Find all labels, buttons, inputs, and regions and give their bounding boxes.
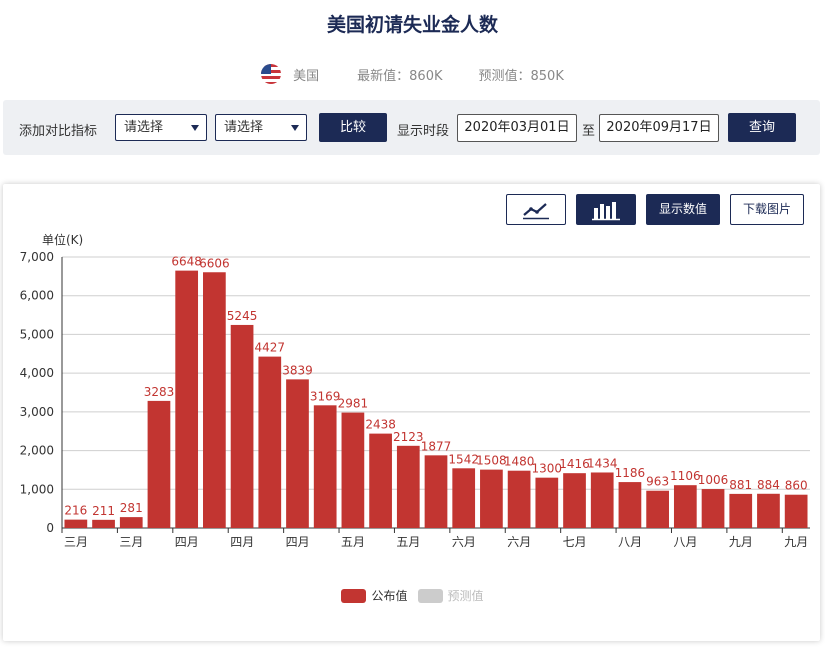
bar-value-label: 4427 [255, 341, 286, 355]
bar [258, 356, 282, 528]
bar-value-label: 6648 [171, 255, 202, 269]
bar [590, 472, 614, 528]
bar [563, 473, 586, 528]
bar-value-label: 1006 [698, 473, 729, 487]
legend-swatch-published [341, 588, 367, 603]
bar-value-label: 884 [757, 478, 780, 492]
bar [369, 433, 392, 528]
bar [119, 517, 143, 528]
bar-value-label: 2438 [365, 418, 396, 432]
bar-value-label: 881 [729, 478, 752, 492]
bar [757, 493, 780, 528]
bar [535, 477, 559, 528]
x-tick-label: 六月 [507, 535, 531, 549]
bar-value-label: 1877 [421, 439, 452, 453]
y-tick-label: 0 [46, 521, 54, 535]
x-tick-label: 四月 [175, 535, 199, 549]
bar [92, 519, 115, 528]
bar-value-label: 3283 [144, 385, 175, 399]
x-tick-label: 六月 [452, 535, 476, 549]
bar [286, 379, 309, 528]
y-tick-label: 4,000 [20, 366, 54, 380]
legend-label-forecast: 预测值 [447, 589, 484, 603]
legend-swatch-forecast [417, 588, 443, 603]
bar-value-label: 2123 [393, 430, 424, 444]
bar-value-label: 1106 [670, 469, 701, 483]
bar-value-label: 211 [92, 504, 115, 518]
bar-value-label: 5245 [227, 309, 258, 323]
x-tick-label: 八月 [618, 535, 642, 549]
bar-value-label: 6606 [199, 256, 230, 270]
bar [313, 405, 337, 528]
x-tick-label: 三月 [119, 535, 143, 549]
bar [507, 470, 531, 528]
y-tick-label: 2,000 [20, 444, 54, 458]
bar [646, 490, 669, 528]
bar-value-label: 216 [64, 504, 87, 518]
bar-chart: 单位(K) 0 1,000 2,000 3,000 4,000 5,000 6,000 7,00… [20, 232, 810, 549]
bar-value-label: 3169 [310, 389, 341, 403]
bar-value-label: 1434 [587, 456, 618, 470]
x-tick-label: 五月 [341, 535, 365, 549]
bar [618, 482, 642, 528]
bar-value-label: 860 [785, 479, 808, 493]
y-unit-label: 单位(K) [42, 232, 83, 247]
bar [396, 445, 420, 528]
bar-value-label: 1300 [532, 462, 563, 476]
x-tick-label: 五月 [396, 535, 420, 549]
x-tick-label: 四月 [286, 535, 310, 549]
bar-value-label: 963 [646, 475, 669, 489]
x-tick-label: 九月 [729, 535, 753, 549]
legend-label-published: 公布值 [371, 589, 408, 603]
bar [64, 519, 88, 528]
legend-item-forecast[interactable]: 预测值 [417, 587, 484, 604]
bar [480, 469, 503, 528]
bar [673, 485, 697, 528]
bar [784, 494, 808, 528]
x-tick-label: 九月 [784, 535, 808, 549]
bar-value-label: 1508 [476, 454, 507, 468]
y-tick-label: 5,000 [20, 327, 54, 341]
bar [424, 455, 448, 528]
bar-value-label: 281 [120, 501, 143, 515]
bar-value-label: 3839 [282, 363, 313, 377]
bar [175, 270, 199, 528]
bar [341, 412, 365, 528]
bar-value-label: 1186 [615, 466, 646, 480]
bar-value-label: 1542 [448, 452, 479, 466]
y-tick-label: 6,000 [20, 289, 54, 303]
bar [452, 468, 476, 528]
bar [203, 272, 226, 528]
y-tick-label: 1,000 [20, 482, 54, 496]
legend-item-published[interactable]: 公布值 [341, 587, 408, 604]
chart-legend: 公布值 预测值 [0, 587, 825, 604]
x-tick-label: 四月 [230, 535, 254, 549]
bar [230, 324, 254, 528]
x-tick-label: 七月 [563, 535, 587, 549]
bar [147, 400, 171, 528]
bar-value-label: 1416 [559, 457, 590, 471]
bar-value-label: 1480 [504, 455, 535, 469]
x-tick-label: 三月 [64, 535, 88, 549]
bar [729, 493, 753, 528]
y-tick-label: 3,000 [20, 405, 54, 419]
y-tick-label: 7,000 [20, 250, 54, 264]
bar-value-label: 2981 [338, 397, 369, 411]
bar [701, 489, 725, 528]
x-tick-label: 八月 [673, 535, 697, 549]
